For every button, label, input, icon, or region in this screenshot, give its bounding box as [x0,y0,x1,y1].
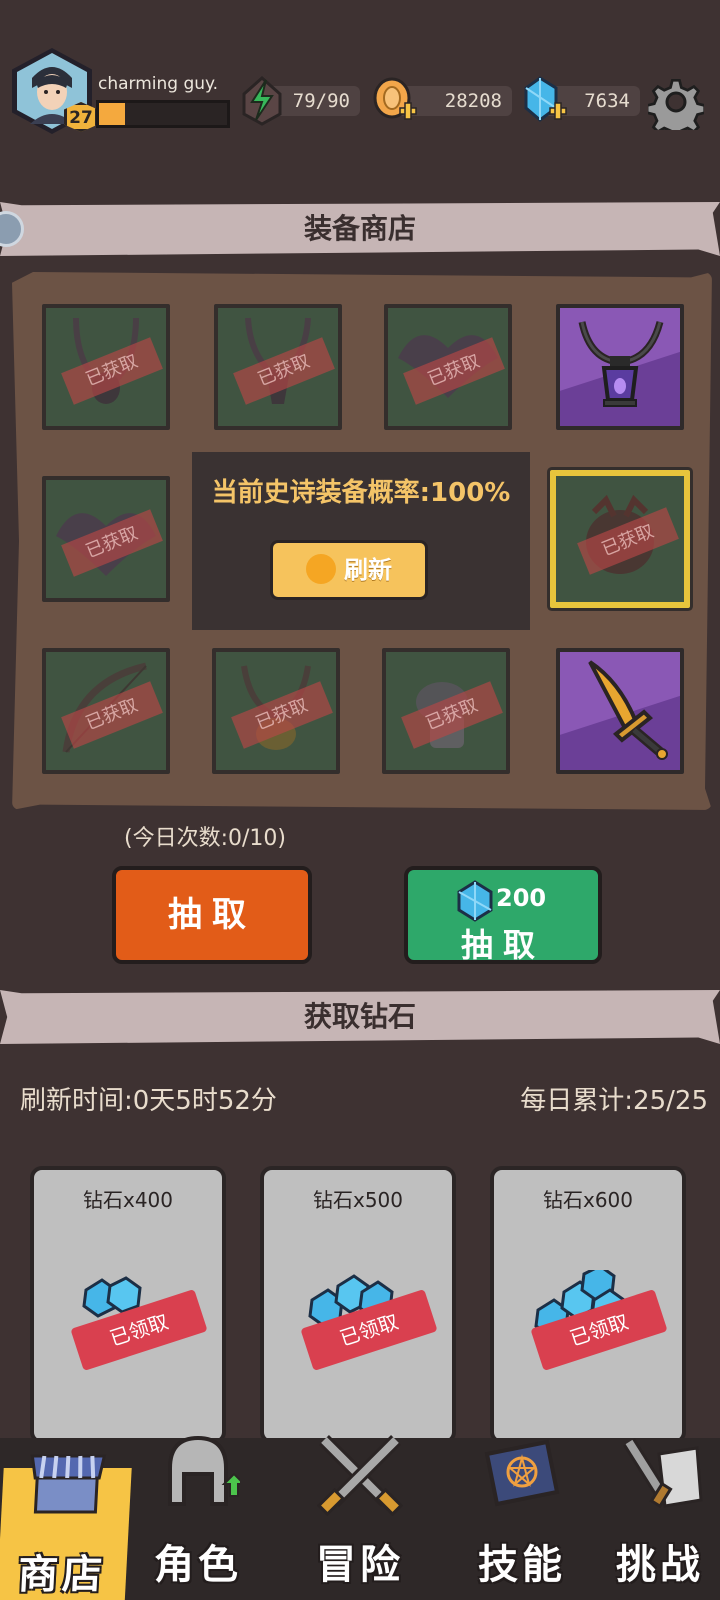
shop-item-owned[interactable]: 已获取 [382,648,510,774]
shop-item-owned[interactable]: 已获取 [42,648,170,774]
epic-rate-text: 当前史诗装备概率:100% [211,478,511,508]
refresh-label: 刷新 [344,556,392,584]
shop-item-owned[interactable]: 已获取 [42,476,170,602]
owned-stamp: 已获取 [233,337,335,405]
gem-draw-button[interactable]: 200 抽取 [404,866,602,964]
nav-shop-label: 商店 [16,1552,108,1598]
owned-stamp: 已获取 [403,337,505,405]
energy-bolt-icon [242,75,282,126]
spellbook-icon [484,1439,560,1507]
free-draw-button[interactable]: 抽取 [112,866,312,964]
gem-draw-cost: 200 [496,884,547,912]
refresh-icon [306,554,336,584]
shop-item-lantern-necklace[interactable] [556,304,684,430]
golden-sword-icon [588,660,668,760]
shop-item-owned-selected[interactable]: 已获取 [550,470,690,608]
shop-icon [30,1454,107,1514]
crossed-swords-icon [316,1435,404,1517]
nav-character-label: 角色 [154,1542,242,1588]
settings-gear-icon[interactable] [648,74,704,130]
owned-stamp: 已获取 [401,681,503,749]
shop-item-golden-sword[interactable] [556,648,684,774]
diamond-daily-total: 每日累计:25/25 [520,1086,708,1116]
nav-skills[interactable]: 技能 [458,1439,586,1600]
shop-title-banner: 装备商店 [0,202,720,256]
nav-shop[interactable]: 商店 [0,1454,132,1600]
diamond-refresh-time: 刷新时间:0天5时52分 [20,1086,277,1116]
gold-coin-add-icon[interactable] [372,76,418,126]
nav-adventure-label: 冒险 [316,1542,404,1588]
owned-stamp: 已获取 [231,681,333,749]
shop-item-owned[interactable]: 已获取 [214,304,342,430]
refresh-button[interactable]: 刷新 [270,540,428,600]
nav-challenge-label: 挑战 [616,1542,704,1588]
player-name: charming guy. [98,74,219,94]
shop-item-owned[interactable]: 已获取 [212,648,340,774]
diamond-card-title: 钻石x500 [312,1188,403,1212]
gem-draw-label: 抽取 [460,926,545,964]
diamonds-title-banner: 获取钻石 [0,990,720,1044]
diamond-card-title: 钻石x600 [542,1188,633,1212]
xp-bar [96,100,230,128]
xp-bar-fill [99,103,125,125]
owned-stamp: 已获取 [61,509,163,577]
diamond-card[interactable]: 钻石x500 已领取 [260,1166,456,1444]
epic-rate-panel: 当前史诗装备概率:100% 刷新 [192,452,530,630]
diamond-card[interactable]: 钻石x400 已领取 [30,1166,226,1444]
shop-item-owned[interactable]: 已获取 [384,304,512,430]
gem-add-icon[interactable] [520,74,568,126]
daily-draw-count: (今日次数:0/10) [124,826,286,851]
nav-adventure[interactable]: 冒险 [296,1435,424,1600]
gem-icon [457,880,493,922]
nav-challenge[interactable]: 挑战 [600,1438,720,1600]
owned-stamp: 已获取 [61,337,163,405]
lantern-necklace-icon [578,321,664,407]
owned-stamp: 已获取 [577,507,679,575]
bottom-nav: 商店 角色 冒险 技能 挑战 [0,1435,720,1600]
nav-character[interactable]: 角色 [134,1435,262,1600]
diamond-card-title: 钻石x400 [82,1188,173,1212]
helmet-icon [168,1435,240,1506]
shop-item-owned[interactable]: 已获取 [42,304,170,430]
nav-skills-label: 技能 [478,1542,566,1588]
owned-stamp: 已获取 [61,681,163,749]
sword-scroll-icon [623,1438,703,1509]
diamond-card[interactable]: 钻石x600 已领取 [490,1166,686,1444]
